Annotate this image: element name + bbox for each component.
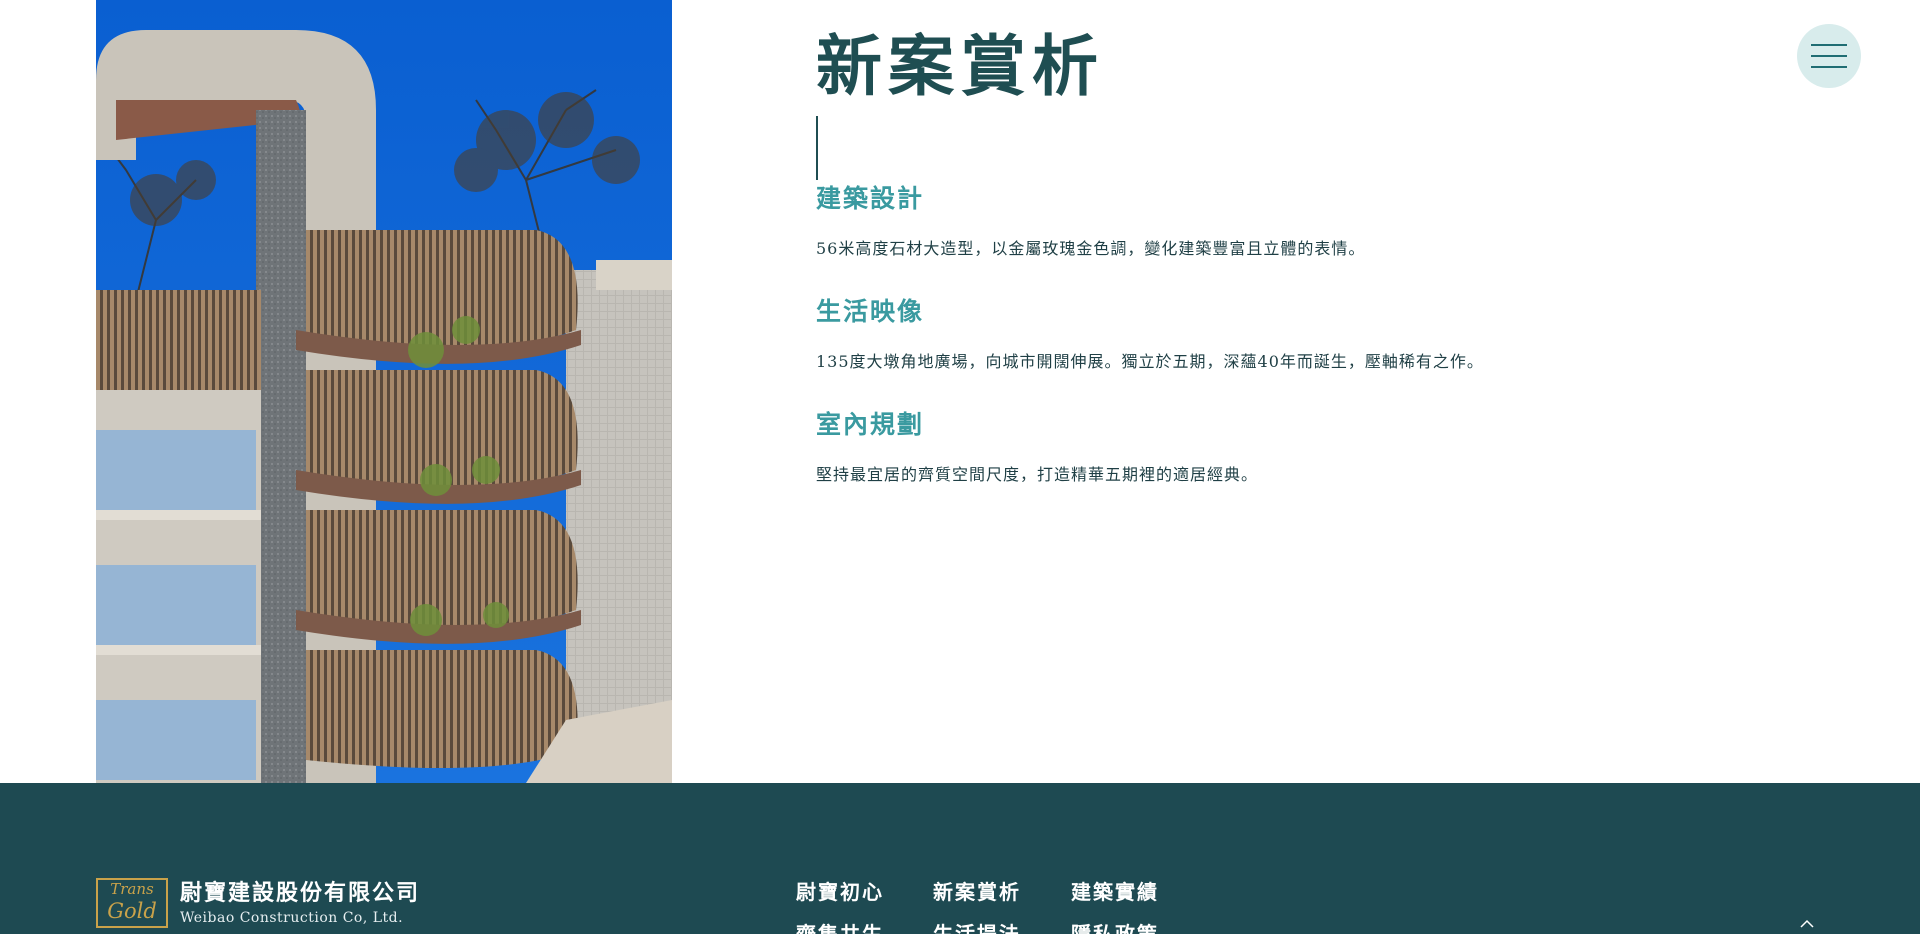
building-photo bbox=[96, 0, 672, 783]
section-architecture: 建築設計 56米高度石材大造型，以金屬玫瑰金色調，變化建築豐富且立體的表情。 bbox=[816, 182, 1716, 261]
section-title: 建築設計 bbox=[816, 184, 925, 213]
logo-line2: Gold bbox=[107, 899, 157, 923]
footer-nav-lifestyle[interactable]: 生活提法 bbox=[933, 921, 1021, 934]
menu-button[interactable] bbox=[1797, 24, 1861, 88]
footer-nav-privacy[interactable]: 隱私政策 bbox=[1071, 921, 1159, 934]
title-divider bbox=[816, 116, 818, 180]
footer: Trans Gold 尉寶建設股份有限公司 Weibao Constructio… bbox=[0, 783, 1920, 934]
section-text: 135度大墩角地廣場，向城市開闊伸展。獨立於五期，深蘊40年而誕生，壓軸稀有之作… bbox=[816, 352, 1484, 371]
company-name-en: Weibao Construction Co, Ltd. bbox=[180, 910, 404, 926]
back-to-top-button[interactable] bbox=[1796, 916, 1818, 932]
page-title: 新案賞析 bbox=[816, 27, 1104, 105]
main-content: 新案賞析 建築設計 56米高度石材大造型，以金屬玫瑰金色調，變化建築豐富且立體的… bbox=[816, 26, 1716, 487]
section-title: 生活映像 bbox=[816, 297, 925, 326]
section-interior: 室內規劃 堅持最宜居的齊質空間尺度，打造精華五期裡的適居經典。 bbox=[816, 408, 1716, 487]
footer-nav-origin[interactable]: 尉寶初心 bbox=[796, 879, 884, 905]
footer-nav-community[interactable]: 齊集共生 bbox=[796, 921, 884, 934]
company-name: 尉寶建設股份有限公司 bbox=[180, 880, 421, 906]
section-text: 堅持最宜居的齊質空間尺度，打造精華五期裡的適居經典。 bbox=[816, 465, 1259, 484]
section-title: 室內規劃 bbox=[816, 410, 925, 439]
hamburger-menu-icon bbox=[1811, 44, 1847, 68]
footer-nav-projects[interactable]: 新案賞析 bbox=[933, 879, 1021, 905]
section-lifestyle: 生活映像 135度大墩角地廣場，向城市開闊伸展。獨立於五期，深蘊40年而誕生，壓… bbox=[816, 295, 1716, 374]
footer-nav-portfolio[interactable]: 建築實績 bbox=[1071, 879, 1159, 905]
section-text: 56米高度石材大造型，以金屬玫瑰金色調，變化建築豐富且立體的表情。 bbox=[816, 239, 1366, 258]
company-logo[interactable]: Trans Gold bbox=[96, 878, 168, 928]
logo-line1: Trans bbox=[110, 880, 154, 898]
chevron-up-icon bbox=[1800, 919, 1814, 928]
